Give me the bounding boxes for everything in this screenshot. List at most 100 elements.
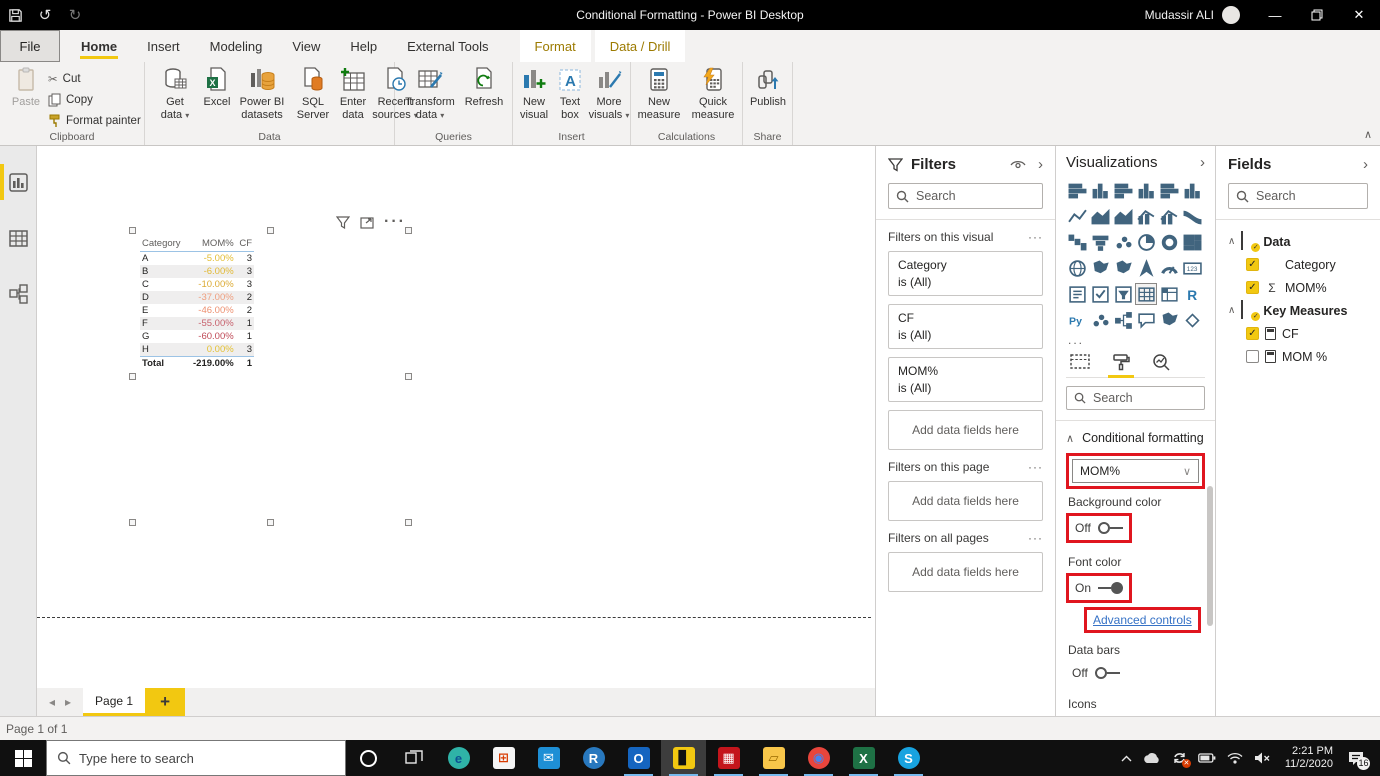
signed-in-user[interactable]: Mudassir ALI: [1145, 8, 1214, 22]
table-row[interactable]: G -60.00% 1: [140, 330, 254, 343]
taskbar-app-store[interactable]: ⊞: [481, 740, 526, 776]
stacked-area-chart-icon[interactable]: [1112, 205, 1134, 227]
resize-handle[interactable]: [129, 227, 136, 234]
start-button[interactable]: [0, 740, 46, 776]
field-item-cf[interactable]: ✓ CF: [1228, 322, 1368, 345]
avatar[interactable]: [1222, 6, 1240, 24]
field-checkbox[interactable]: [1246, 350, 1259, 363]
azure-map-icon[interactable]: [1135, 257, 1157, 279]
tab-format[interactable]: Format: [519, 30, 591, 62]
filled-map-icon[interactable]: [1089, 257, 1111, 279]
resize-handle[interactable]: [405, 519, 412, 526]
refresh-button[interactable]: Refresh: [461, 67, 507, 122]
resize-handle[interactable]: [266, 227, 274, 234]
waterfall-chart-icon[interactable]: [1066, 231, 1088, 253]
sidebar-item-report-view[interactable]: [0, 160, 37, 204]
stacked-bar-chart-icon[interactable]: [1066, 179, 1088, 201]
minimize-button[interactable]: —: [1254, 0, 1296, 30]
collapse-pane-icon[interactable]: ›: [1200, 154, 1205, 171]
copy-button[interactable]: Copy: [48, 89, 141, 110]
tab-file[interactable]: File: [0, 30, 60, 62]
kpi-icon[interactable]: [1089, 283, 1111, 305]
taskbar-app-excel[interactable]: X: [841, 740, 886, 776]
gauge-icon[interactable]: [1159, 257, 1181, 279]
field-item-mom[interactable]: MOM %: [1228, 345, 1368, 368]
table-visual[interactable]: ··· Category MOM% CF A -5.00% 3 B -6.00% 3 C -10.0…: [129, 213, 412, 526]
tab-view[interactable]: View: [277, 30, 335, 62]
arcgis-map-icon[interactable]: [1182, 309, 1204, 331]
tab-insert[interactable]: Insert: [132, 30, 195, 62]
taskbar-app-file-explorer[interactable]: ▱: [751, 740, 796, 776]
more-options-icon[interactable]: ···: [1028, 460, 1043, 474]
taskbar-app-chrome[interactable]: ◉: [796, 740, 841, 776]
redo-icon[interactable]: ↻: [60, 0, 90, 30]
paginated-report-icon[interactable]: [1159, 309, 1181, 331]
taskbar-search-input[interactable]: Type here to search: [46, 740, 346, 776]
100-stacked-column-chart-icon[interactable]: [1182, 179, 1204, 201]
tab-format[interactable]: [1108, 353, 1134, 378]
taskbar-app-r-app[interactable]: R: [571, 740, 616, 776]
page-tab[interactable]: Page 1: [83, 688, 146, 716]
ribbon-chart-icon[interactable]: [1182, 205, 1204, 227]
taskbar-app-skype[interactable]: S: [886, 740, 931, 776]
report-canvas[interactable]: ··· Category MOM% CF A -5.00% 3 B -6.00% 3 C -10.0…: [37, 146, 875, 688]
publish-button[interactable]: Publish: [743, 67, 793, 109]
table-row[interactable]: B -6.00% 3: [140, 265, 254, 278]
add-data-fields-dropzone[interactable]: Add data fields here: [888, 552, 1043, 592]
table-row[interactable]: H 0.00% 3: [140, 343, 254, 357]
line-chart-icon[interactable]: [1066, 205, 1088, 227]
table-row[interactable]: A -5.00% 3: [140, 252, 254, 266]
field-checkbox[interactable]: ✓: [1246, 281, 1259, 294]
collapse-pane-icon[interactable]: ›: [1363, 156, 1368, 173]
100-stacked-bar-chart-icon[interactable]: [1159, 179, 1181, 201]
filter-card[interactable]: CF is (All): [888, 304, 1043, 349]
donut-chart-icon[interactable]: [1159, 231, 1181, 253]
transform-data-button[interactable]: Transform data ▾: [401, 67, 459, 122]
line-and-stacked-column-chart-icon[interactable]: [1135, 205, 1157, 227]
eye-icon[interactable]: [1010, 159, 1026, 171]
tab-fields[interactable]: [1070, 353, 1090, 371]
more-options-icon[interactable]: ···: [1028, 230, 1043, 244]
scatter-chart-icon[interactable]: [1112, 231, 1134, 253]
battery-icon[interactable]: [1198, 753, 1216, 763]
enter-data-button[interactable]: Enter data: [335, 67, 371, 122]
new-visual-button[interactable]: New visual: [515, 67, 553, 122]
undo-icon[interactable]: ↺: [30, 0, 60, 30]
format-painter-button[interactable]: Format painter: [48, 110, 141, 131]
tab-external-tools[interactable]: External Tools: [392, 30, 503, 62]
add-data-fields-dropzone[interactable]: Add data fields here: [888, 410, 1043, 450]
taskbar-app-mail[interactable]: ✉: [526, 740, 571, 776]
pie-chart-icon[interactable]: [1135, 231, 1157, 253]
quick-measure-button[interactable]: Quick measure: [687, 67, 739, 122]
field-item-category[interactable]: ✓ Category: [1228, 253, 1368, 276]
taskbar-app-edge[interactable]: e: [436, 740, 481, 776]
table-icon[interactable]: [1135, 283, 1158, 305]
stacked-column-chart-icon[interactable]: [1089, 179, 1111, 201]
sidebar-item-data-view[interactable]: [0, 216, 37, 260]
tab-modeling[interactable]: Modeling: [195, 30, 278, 62]
paste-button[interactable]: Paste: [0, 67, 52, 109]
prev-page-icon[interactable]: ◂: [49, 695, 55, 709]
more-options-icon[interactable]: ···: [1028, 531, 1043, 545]
r-script-visual-icon[interactable]: R: [1182, 283, 1204, 305]
collapse-section-icon[interactable]: ∧: [1066, 432, 1074, 445]
collapse-group-icon[interactable]: ∧: [1228, 305, 1235, 316]
restore-button[interactable]: [1296, 0, 1338, 30]
resize-handle[interactable]: [129, 519, 136, 526]
next-page-icon[interactable]: ▸: [65, 695, 71, 709]
sync-error-icon[interactable]: ✕: [1172, 751, 1191, 768]
data-bars-toggle[interactable]: Off: [1066, 661, 1126, 685]
table-row[interactable]: C -10.00% 3: [140, 278, 254, 291]
decomposition-tree-icon[interactable]: [1112, 309, 1134, 331]
filter-card[interactable]: MOM% is (All): [888, 357, 1043, 402]
tab-data-drill[interactable]: Data / Drill: [594, 30, 686, 62]
clustered-column-chart-icon[interactable]: [1135, 179, 1157, 201]
area-chart-icon[interactable]: [1089, 205, 1111, 227]
tab-analytics[interactable]: [1152, 353, 1171, 371]
filters-search-input[interactable]: Search: [888, 183, 1043, 209]
q-and-a-icon[interactable]: [1135, 309, 1157, 331]
scrollbar[interactable]: [1207, 486, 1213, 626]
collapse-group-icon[interactable]: ∧: [1228, 236, 1235, 247]
format-search-input[interactable]: Search: [1066, 386, 1205, 410]
taskbar-app-cortana[interactable]: [346, 740, 391, 776]
